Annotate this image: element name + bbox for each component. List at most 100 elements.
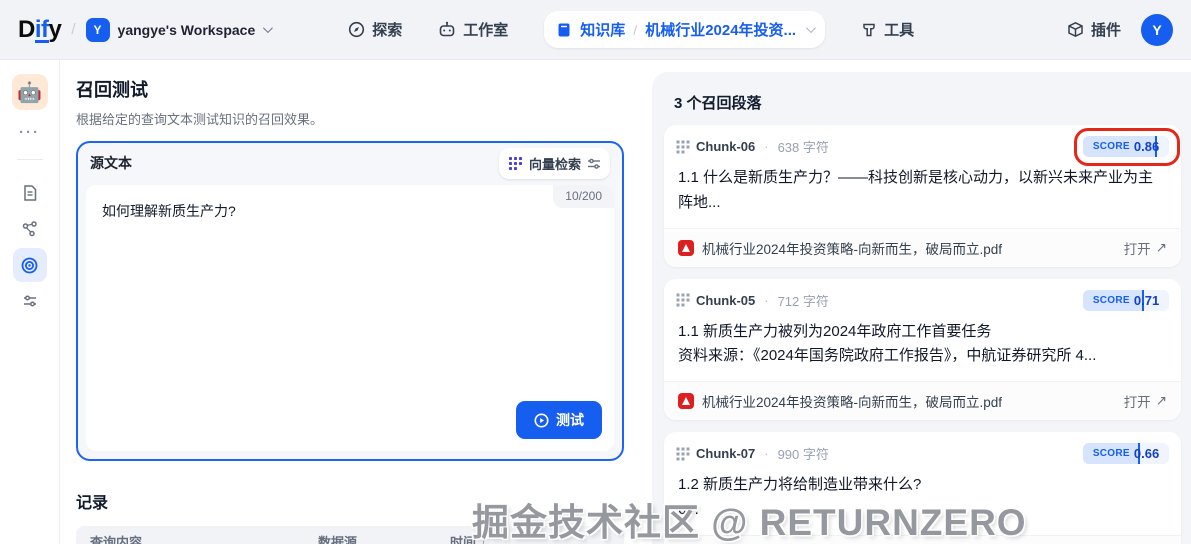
query-text-value[interactable]: 如何理解新质生产力? (86, 185, 526, 221)
records-title: 记录 (76, 495, 109, 512)
chunk-char-count: 990 字符 (777, 447, 829, 462)
open-label: 打开 (1123, 241, 1151, 257)
chunk-text: 1.1 新质生产力被列为2024年政府工作首要任务 资料来源：《2024年国务院… (678, 322, 1097, 365)
knowledge-app-icon[interactable]: 🤖 (11, 74, 48, 110)
chunk-id: Chunk-05 (696, 292, 756, 308)
chunk-source-row: 机械行业2024年投资策略-向新而生，破局而立.pdf 打开 ↗ (664, 227, 1181, 267)
test-button-label: 测试 (556, 412, 584, 428)
external-arrow-icon: ↗ (1155, 239, 1167, 255)
pdf-file-icon (678, 393, 694, 409)
sliders-icon (23, 295, 36, 307)
score-badge: SCORE 0.86 (1083, 136, 1169, 157)
pdf-file-icon (678, 239, 694, 256)
score-label: SCORE (1092, 141, 1130, 152)
chunk-header: Chunk-07 · 990 字符 SCORE 0.66 (664, 432, 1181, 464)
nav-item-plugins[interactable]: 插件 (1067, 19, 1121, 40)
vector-grid-icon (508, 156, 522, 170)
retrieval-method-selector[interactable]: 向量检索 (498, 147, 610, 179)
source-file-name: 机械行业2024年投资策略-向新而生，破局而立.pdf (702, 395, 1003, 410)
results-title: 3 个召回段落 (674, 95, 762, 112)
records-section: 记录 查询内容 数据源 时间 ↓ (76, 489, 652, 544)
logo-text: y (48, 15, 62, 43)
records-table-header: 查询内容 数据源 时间 ↓ (76, 526, 624, 544)
nav-item-knowledge-active[interactable]: 知识库 / 机械行业2024年投资... (544, 11, 826, 48)
navbar-right: 插件 Y (1067, 13, 1173, 46)
nav-label: 工作室 (463, 22, 509, 39)
chevron-down-icon[interactable] (806, 23, 816, 34)
score-badge: SCORE 0.71 (1083, 289, 1169, 311)
test-button[interactable]: 测试 (516, 401, 602, 439)
score-badge-wrap: SCORE 0.86 (1074, 128, 1180, 166)
sidebar-item-documents[interactable] (13, 176, 47, 210)
source-text-card: 源文本 向量检索 10/200 如何理解新质生产力? 测试 (76, 141, 624, 461)
page-subtitle: 根据给定的查询文本测试知识的召回效果。 (76, 112, 324, 127)
score-label: SCORE (1092, 448, 1130, 459)
chunk-grid-icon (676, 293, 690, 307)
chunk-card[interactable]: Chunk-07 · 990 字符 SCORE 0.66 1.2 新质生产力将给… (664, 432, 1181, 544)
compass-icon (349, 21, 365, 38)
source-text-label: 源文本 (90, 155, 132, 171)
logo-text: D (18, 15, 35, 43)
main-nav: 探索 工作室 知识库 / 机械行业2024年投资... 工具 (348, 11, 914, 48)
dot-separator: · (764, 139, 769, 154)
source-card-header: 源文本 向量检索 (78, 143, 622, 183)
score-badge-wrap: SCORE 0.71 (1083, 289, 1169, 311)
char-counter: 10/200 (553, 185, 614, 208)
chevron-down-icon (263, 23, 274, 34)
page-title: 召回测试 (76, 80, 148, 100)
nav-label: 工具 (884, 22, 915, 39)
robot-icon (439, 21, 455, 37)
divider: / (71, 21, 76, 38)
settings-sliders-icon (588, 158, 600, 169)
score-value: 0.71 (1133, 292, 1160, 308)
column-data-source: 数据源 (318, 534, 358, 544)
chunk-header: Chunk-05 · 712 字符 SCORE 0.71 (664, 279, 1181, 311)
chunk-id: Chunk-06 (696, 139, 756, 154)
column-time-sort[interactable]: 时间 ↓ (450, 532, 487, 544)
chunk-card[interactable]: Chunk-06 · 638 字符 SCORE 0.86 1.1 什么是新质生产… (664, 125, 1181, 267)
dot-separator: · (764, 446, 769, 461)
nav-label: 探索 (372, 22, 403, 39)
open-file-link[interactable]: 打开 ↗ (1124, 391, 1167, 411)
user-avatar[interactable]: Y (1141, 13, 1173, 46)
open-file-link[interactable]: 打开 ↗ (1124, 238, 1167, 258)
sidebar-item-api[interactable] (13, 212, 47, 246)
nav-item-tools[interactable]: 工具 (861, 19, 914, 40)
chunk-grid-icon (676, 447, 690, 460)
plugin-box-icon (1068, 21, 1083, 38)
chunk-char-count: 638 字符 (777, 140, 829, 155)
breadcrumb-dataset-name: 机械行业2024年投资... (645, 22, 797, 39)
chunk-source-row: 机械行业2024年投资策略-向新而生，破局而立.pdf 打开 ↗ (664, 534, 1181, 544)
chunk-header: Chunk-06 · 638 字符 SCORE 0.86 (664, 125, 1181, 166)
nav-item-studio[interactable]: 工作室 (438, 19, 508, 40)
column-query-content: 查询内容 (90, 534, 143, 544)
retrieval-results-panel: 3 个召回段落 Chunk-06 · 638 字符 SCORE 0.86 1.1… (652, 72, 1191, 544)
workspace-selector[interactable]: Y yangye's Workspace (85, 17, 274, 42)
query-textarea[interactable]: 10/200 如何理解新质生产力? 测试 (86, 185, 614, 451)
workspace-avatar: Y (85, 17, 110, 42)
chunk-char-count: 712 字符 (777, 293, 829, 309)
document-icon (23, 185, 36, 201)
book-icon (558, 23, 570, 36)
dify-logo[interactable]: Dif y (18, 15, 62, 44)
sidebar-item-hit-testing[interactable] (12, 248, 47, 282)
score-badge: SCORE 0.66 (1083, 443, 1169, 464)
top-navbar: Dif y / Y yangye's Workspace 探索 工作室 知识库 /… (0, 0, 1191, 60)
score-badge-wrap: SCORE 0.66 (1083, 443, 1169, 464)
sidebar-item-settings[interactable] (13, 284, 47, 318)
chunk-card[interactable]: Chunk-05 · 712 字符 SCORE 0.71 1.1 新质生产力被列… (664, 278, 1181, 420)
left-sidebar: 🤖 ··· (0, 60, 60, 544)
external-arrow-icon: ↗ (1155, 393, 1167, 408)
sort-desc-icon: ↓ (480, 533, 487, 544)
hit-testing-main: 召回测试 根据给定的查询文本测试知识的召回效果。 源文本 向量检索 10/200… (60, 60, 652, 544)
more-options-icon[interactable]: ··· (19, 124, 40, 141)
score-value: 0.86 (1133, 139, 1160, 154)
dot-separator: · (764, 292, 769, 308)
chunk-grid-icon (676, 140, 690, 153)
breadcrumb-slash: / (633, 21, 638, 38)
source-file-name: 机械行业2024年投资策略-向新而生，破局而立.pdf (702, 241, 1003, 257)
chunk-id: Chunk-07 (696, 446, 756, 461)
score-label: SCORE (1092, 294, 1130, 306)
nav-item-explore[interactable]: 探索 (348, 19, 402, 40)
target-icon (21, 257, 38, 273)
